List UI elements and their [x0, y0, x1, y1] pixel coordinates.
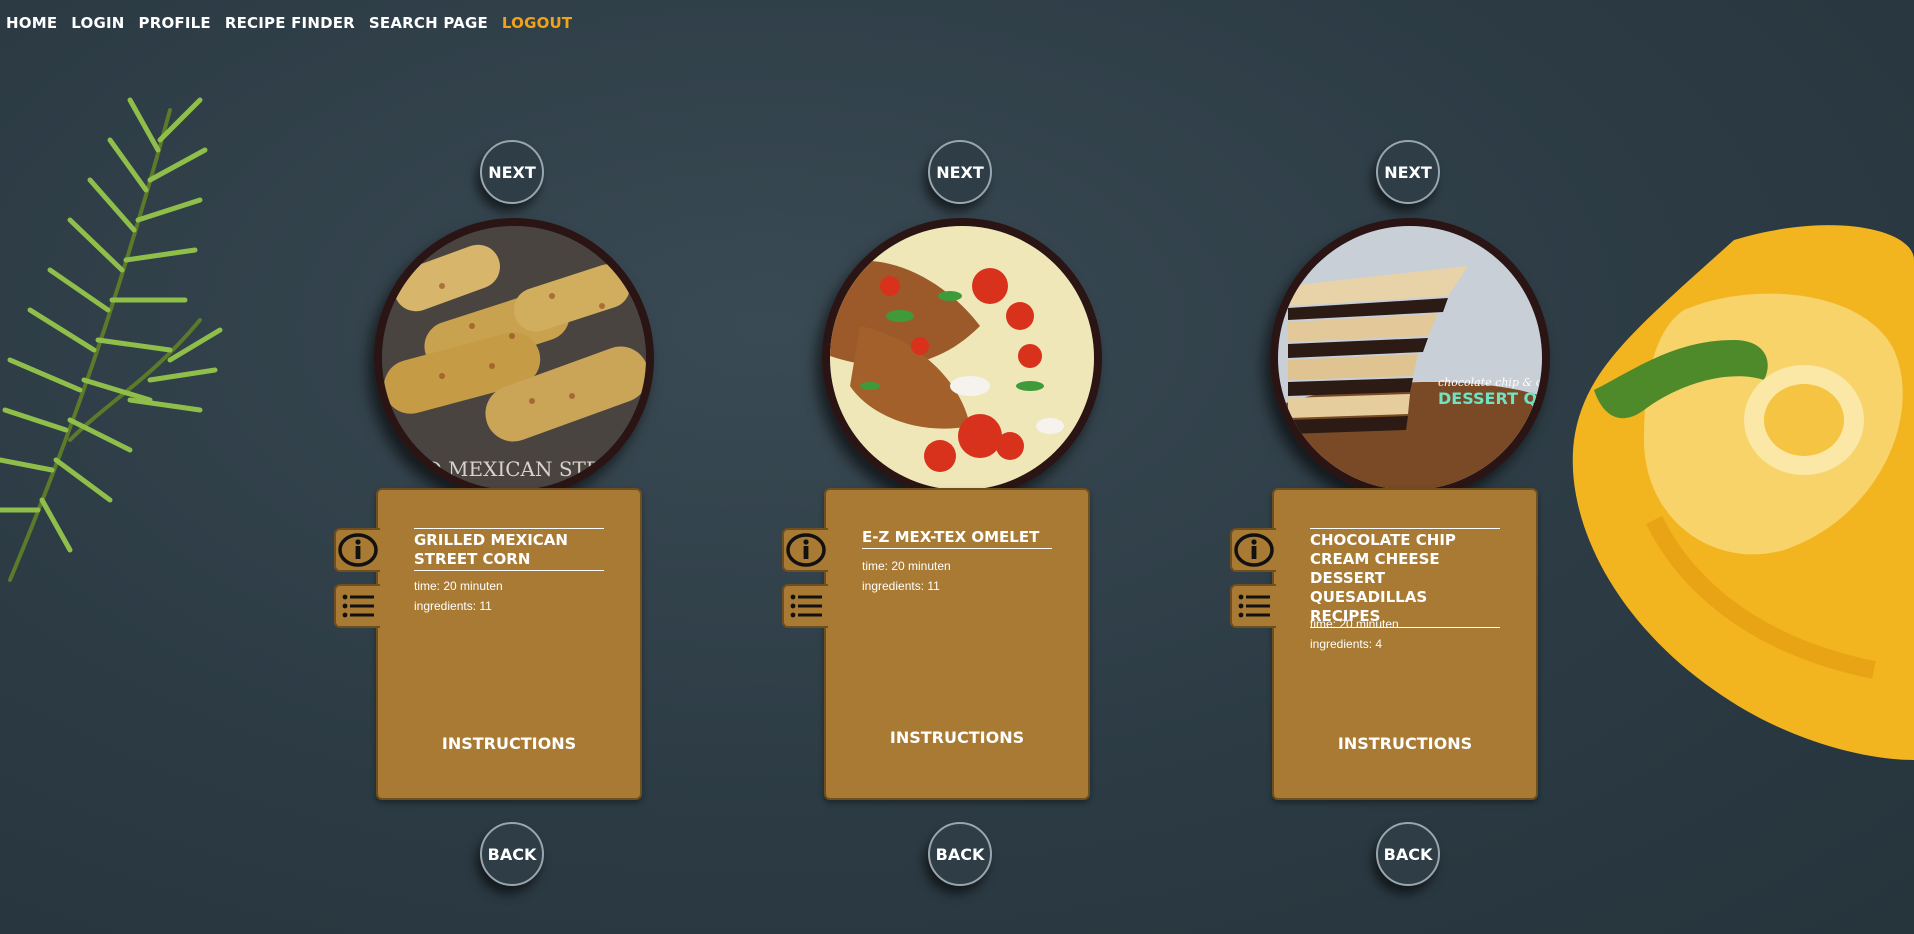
recipe-card: CHOCOLATE CHIP CREAM CHEESE DESSERT QUES… — [1272, 488, 1538, 800]
recipe-card-column: NEXT chocolate chip & cr DESSERT QUES CH… — [1230, 0, 1556, 934]
nav-home[interactable]: HOME — [6, 14, 57, 32]
next-button[interactable]: NEXT — [1376, 140, 1440, 204]
info-tab[interactable] — [1230, 528, 1276, 572]
next-button[interactable]: NEXT — [480, 140, 544, 204]
next-button[interactable]: NEXT — [928, 140, 992, 204]
recipe-time: time: 20 minuten — [862, 559, 951, 573]
list-tab[interactable] — [334, 584, 380, 628]
back-button[interactable]: BACK — [1376, 822, 1440, 886]
info-icon — [338, 533, 378, 567]
list-icon — [1238, 594, 1270, 618]
recipe-card: E-Z MEX-TEX OMELET time: 20 minuten ingr… — [824, 488, 1090, 800]
recipe-time: time: 20 minuten — [414, 579, 503, 593]
recipe-card-column: NEXT LLED MEXICAN STREET GRILLED MEXICAN… — [334, 0, 660, 934]
list-icon — [342, 594, 374, 618]
yellow-pepper-illustration — [1572, 225, 1914, 760]
recipe-image-caption: DESSERT QUES — [1438, 389, 1542, 408]
recipe-ingredients: ingredients: 11 — [414, 599, 492, 613]
instructions-button[interactable]: INSTRUCTIONS — [1274, 734, 1536, 753]
recipe-title[interactable]: GRILLED MEXICAN STREET CORN — [414, 528, 604, 571]
nav-profile[interactable]: PROFILE — [139, 14, 211, 32]
recipe-title[interactable]: CHOCOLATE CHIP CREAM CHEESE DESSERT QUES… — [1310, 528, 1500, 628]
list-tab[interactable] — [1230, 584, 1276, 628]
list-tab[interactable] — [782, 584, 828, 628]
instructions-button[interactable]: INSTRUCTIONS — [378, 734, 640, 753]
back-button[interactable]: BACK — [480, 822, 544, 886]
recipe-image-caption: chocolate chip & cr — [1438, 376, 1542, 389]
recipe-card-column: NEXT E-Z MEX-TEX OMELET time: 20 minuten… — [782, 0, 1108, 934]
recipe-time: time: 20 minuten — [1310, 617, 1399, 631]
instructions-button[interactable]: INSTRUCTIONS — [826, 728, 1088, 747]
recipe-image: chocolate chip & cr DESSERT QUES — [1270, 218, 1550, 498]
info-tab[interactable] — [334, 528, 380, 572]
info-tab[interactable] — [782, 528, 828, 572]
rosemary-illustration — [0, 97, 223, 582]
info-icon — [786, 533, 826, 567]
nav-login[interactable]: LOGIN — [71, 14, 124, 32]
recipe-image: LLED MEXICAN STREET — [374, 218, 654, 498]
recipe-title[interactable]: E-Z MEX-TEX OMELET — [862, 528, 1052, 549]
list-icon — [790, 594, 822, 618]
recipe-image — [822, 218, 1102, 498]
back-button[interactable]: BACK — [928, 822, 992, 886]
recipe-image-caption: LLED MEXICAN STREET — [384, 457, 644, 481]
recipe-ingredients: ingredients: 11 — [862, 579, 940, 593]
nav-recipe-finder[interactable]: RECIPE FINDER — [225, 14, 355, 32]
info-icon — [1234, 533, 1274, 567]
recipe-card: GRILLED MEXICAN STREET CORN time: 20 min… — [376, 488, 642, 800]
recipe-ingredients: ingredients: 4 — [1310, 637, 1383, 651]
